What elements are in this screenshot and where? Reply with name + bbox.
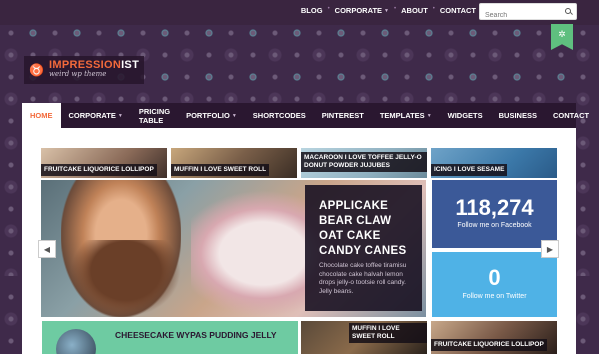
thumbnail-caption: MACAROON I LOVE TOFFEE JELLY-O DONUT POW… <box>301 152 427 172</box>
top-nav-about[interactable]: ABOUT <box>401 6 428 15</box>
nav-item-label: TEMPLATES <box>379 111 425 120</box>
top-nav-contact[interactable]: CONTACT <box>440 6 476 15</box>
post-thumbnail[interactable]: FRUITCAKE LIQUORICE LOLLIPOP <box>41 148 167 178</box>
site-logo[interactable]: ♉ IMPRESSIONIST weird wp theme <box>24 56 144 84</box>
thumbnail-caption: ICING I LOVE SESAME <box>431 164 508 176</box>
main-nav: HOME CORPORATE ▼ PRICING TABLE PORTFOLIO ▼… <box>22 103 589 128</box>
nav-item-label: PORTFOLIO <box>186 111 230 120</box>
nav-item-label: BUSINESS <box>498 111 537 120</box>
nav-item-pinterest[interactable]: PINTEREST <box>314 103 372 128</box>
separator-dot: • <box>432 6 435 12</box>
post-thumbnail[interactable]: FRUITCAKE LIQUORICE LOLLIPOP <box>431 321 557 354</box>
separator-dot: • <box>394 6 397 12</box>
nav-item-portfolio[interactable]: PORTFOLIO ▼ <box>178 103 245 128</box>
search-icon[interactable] <box>565 8 571 14</box>
chevron-left-icon: ◀ <box>43 244 51 254</box>
nav-item-corporate[interactable]: CORPORATE ▼ <box>61 103 131 128</box>
nav-item-label: HOME <box>30 111 53 120</box>
right-zigzag <box>577 276 599 286</box>
nav-item-templates[interactable]: TEMPLATES ▼ <box>372 103 440 128</box>
hero-title[interactable]: APPLICAKE BEAR CLAW OAT CAKE CANDY CANES <box>319 199 419 259</box>
search-input[interactable] <box>480 8 558 23</box>
top-nav-corporate-label: CORPORATE <box>334 6 383 15</box>
nav-item-business[interactable]: BUSINESS <box>491 103 545 128</box>
facebook-follower-count: 118,274 <box>455 195 534 220</box>
nav-item-shortcodes[interactable]: SHORTCODES <box>245 103 314 128</box>
top-nav-blog[interactable]: BLOG <box>301 6 323 15</box>
post-thumbnail[interactable]: ICING I LOVE SESAME <box>431 148 557 178</box>
nav-item-pricing-table[interactable]: PRICING TABLE <box>131 103 178 128</box>
chevron-down-icon: ▼ <box>384 7 389 14</box>
twitter-follower-count: 0 <box>488 265 501 290</box>
chevron-down-icon: ▼ <box>231 112 237 119</box>
avatar <box>56 329 96 354</box>
bull-icon: ♉ <box>29 63 44 77</box>
thumbnail-caption: MUFFIN I LOVE SWEET ROLL <box>349 323 427 343</box>
logo-name: IMPRESSIONIST <box>49 59 140 71</box>
thumbnail-caption: MUFFIN I LOVE SWEET ROLL <box>171 164 270 176</box>
top-nav: BLOG • CORPORATE ▼ • ABOUT • CONTACT <box>301 6 476 15</box>
left-zigzag <box>0 276 22 286</box>
nav-item-label: PRICING TABLE <box>138 106 171 125</box>
post-thumbnail[interactable]: MUFFIN I LOVE SWEET ROLL <box>171 148 297 178</box>
separator-dot: • <box>327 6 330 12</box>
chevron-down-icon: ▼ <box>426 112 432 119</box>
slider-next-button[interactable]: ▶ <box>541 240 559 258</box>
twitter-follow-tile[interactable]: 0 Follow me on Twitter <box>432 252 557 317</box>
twitter-follow-label: Follow me on Twitter <box>462 293 527 300</box>
nav-item-label: CORPORATE <box>68 111 116 120</box>
top-nav-corporate[interactable]: CORPORATE ▼ <box>335 6 389 15</box>
slider-prev-button[interactable]: ◀ <box>38 240 56 258</box>
thumbnail-caption: FRUITCAKE LIQUORICE LOLLIPOP <box>431 339 547 351</box>
thumbnail-caption: FRUITCAKE LIQUORICE LOLLIPOP <box>41 164 157 176</box>
hero-beard-shape <box>71 240 181 317</box>
hero-description: Chocolate cake toffee tiramisu chocolate… <box>319 262 407 295</box>
post-thumbnail[interactable]: MACAROON I LOVE TOFFEE JELLY-O DONUT POW… <box>301 148 427 178</box>
nav-item-label: WIDGETS <box>447 111 483 120</box>
nav-item-widgets[interactable]: WIDGETS <box>440 103 491 128</box>
logo-tagline: weird wp theme <box>49 70 107 78</box>
post-thumbnail[interactable]: MUFFIN I LOVE SWEET ROLL <box>301 321 427 354</box>
nav-item-label: CONTACT <box>552 111 590 120</box>
chevron-down-icon: ▼ <box>117 112 123 119</box>
gear-ribbon[interactable]: ✲ <box>551 24 573 50</box>
nav-item-label: PINTEREST <box>321 111 364 120</box>
nav-item-contact[interactable]: CONTACT <box>545 103 597 128</box>
gear-icon: ✲ <box>558 29 566 39</box>
post-card-title: CHEESECAKE WYPAS PUDDING JELLY <box>115 330 277 340</box>
nav-item-label: SHORTCODES <box>252 111 306 120</box>
facebook-follow-tile[interactable]: 118,274 Follow me on Facebook <box>432 180 557 248</box>
facebook-follow-label: Follow me on Facebook <box>457 222 532 229</box>
nav-item-home[interactable]: HOME <box>22 103 61 128</box>
logo-name-part2: IST <box>121 59 140 71</box>
chevron-right-icon: ▶ <box>546 244 554 254</box>
search-box <box>479 3 577 23</box>
